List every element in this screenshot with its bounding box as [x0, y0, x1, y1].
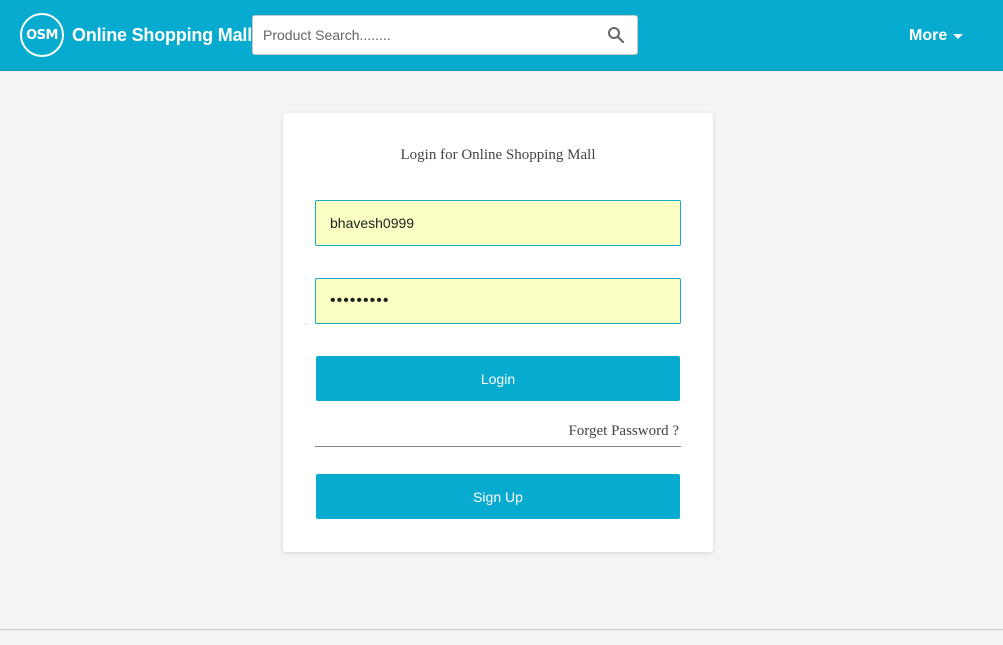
brand[interactable]: OSM Online Shopping Mall: [20, 12, 252, 58]
more-menu[interactable]: More: [909, 27, 964, 45]
password-field[interactable]: [315, 278, 681, 324]
more-label: More: [909, 27, 948, 44]
search-input[interactable]: [263, 16, 593, 54]
forget-password-link[interactable]: Forget Password ?: [568, 423, 679, 440]
signup-button[interactable]: Sign Up: [316, 474, 680, 519]
search-icon[interactable]: [607, 26, 625, 44]
logo-icon: OSM: [20, 13, 64, 57]
brand-name: Online Shopping Mall: [72, 24, 252, 45]
forget-password-row: Forget Password ?: [315, 421, 681, 447]
search-box: [252, 15, 638, 55]
login-title: Login for Online Shopping Mall: [400, 147, 596, 163]
footer-divider: [0, 629, 1003, 630]
caret-down-icon: [953, 33, 964, 39]
login-button[interactable]: Login: [316, 356, 680, 401]
login-card: Login for Online Shopping Mall Login For…: [283, 113, 713, 552]
username-field[interactable]: [315, 200, 681, 246]
top-navbar: OSM Online Shopping Mall More: [0, 0, 1003, 71]
